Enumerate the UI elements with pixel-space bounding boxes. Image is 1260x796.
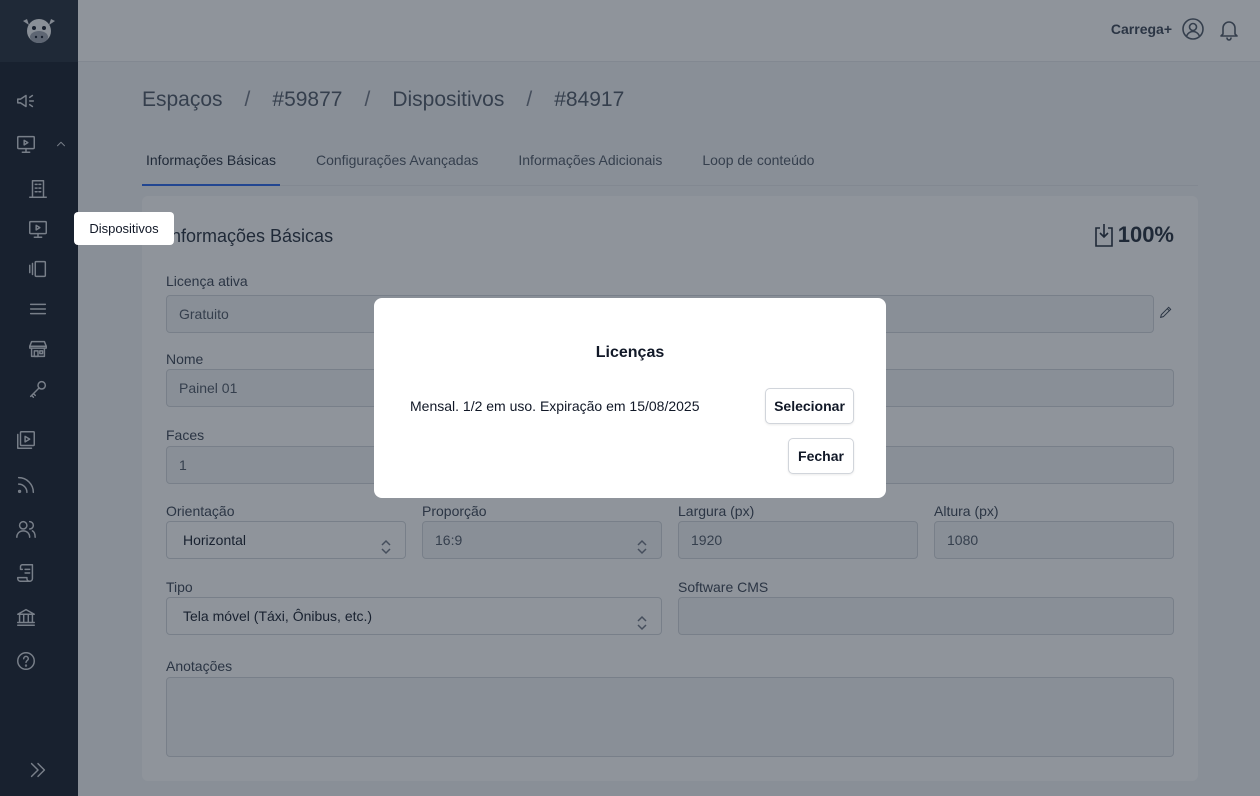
- select-button[interactable]: Selecionar: [765, 388, 854, 424]
- licenses-modal: Licenças Mensal. 1/2 em uso. Expiração e…: [374, 298, 886, 498]
- modal-title: Licenças: [595, 344, 665, 361]
- close-button[interactable]: Fechar: [788, 438, 854, 474]
- license-option-text: Mensal. 1/2 em uso. Expiração em 15/08/2…: [410, 398, 700, 414]
- sidebar-tooltip: Dispositivos: [74, 212, 174, 245]
